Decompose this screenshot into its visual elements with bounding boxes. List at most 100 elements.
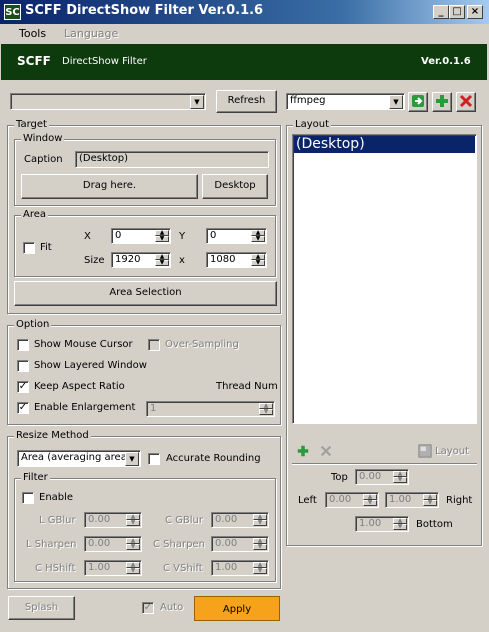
c-vshift-label: C VShift <box>163 563 203 574</box>
plus-icon <box>436 95 448 107</box>
thread-num-value: 1 <box>150 403 157 414</box>
spin-down-icon[interactable]: ▼ <box>155 260 169 266</box>
add-profile-button[interactable] <box>432 92 452 112</box>
right-stepper[interactable]: 1.00 ▲ ▼ <box>385 492 439 508</box>
accurate-rounding-checkbox[interactable] <box>148 453 160 465</box>
spin-down-icon[interactable]: ▼ <box>126 544 140 550</box>
maximize-button[interactable]: □ <box>449 5 465 19</box>
x-label: X <box>84 231 91 242</box>
arrow-right-icon <box>412 95 424 107</box>
y-stepper[interactable]: 0 ▲ ▼ <box>206 228 267 244</box>
area-selection-button[interactable]: Area Selection <box>14 281 277 306</box>
target-group-label: Target <box>14 119 49 130</box>
refresh-button[interactable]: Refresh <box>216 90 277 113</box>
filter-enable-checkbox[interactable] <box>22 492 34 504</box>
c-sharpen-stepper[interactable]: 0.00 ▲ ▼ <box>211 536 269 552</box>
spin-down-icon[interactable]: ▼ <box>363 500 377 506</box>
keep-aspect-ratio-check-mark: ✓ <box>18 381 28 392</box>
times-label: x <box>179 255 185 266</box>
layout-list-item[interactable]: (Desktop) <box>294 136 475 153</box>
layout-label[interactable]: Layout <box>435 446 469 457</box>
chevron-down-icon[interactable]: ▼ <box>190 95 204 109</box>
keep-aspect-ratio-label: Keep Aspect Ratio <box>34 381 125 392</box>
profile-selected: ffmpeg <box>290 95 326 106</box>
apply-button[interactable]: Apply <box>194 596 280 621</box>
c-sharpen-value: 0.00 <box>215 538 238 549</box>
close-button[interactable]: × <box>467 5 483 19</box>
width-stepper[interactable]: 1920 ▲ ▼ <box>111 252 171 268</box>
show-layered-window-label: Show Layered Window <box>34 360 147 371</box>
chevron-down-icon[interactable]: ▼ <box>389 95 403 109</box>
bottom-label: Bottom <box>416 519 453 530</box>
option-group-label: Option <box>14 319 52 330</box>
show-mouse-cursor-label: Show Mouse Cursor <box>34 339 133 350</box>
filter-group-label: Filter <box>21 472 50 483</box>
l-gblur-label: L GBlur <box>39 515 76 526</box>
enable-enlargement-label: Enable Enlargement <box>34 402 136 413</box>
spin-down-icon[interactable]: ▼ <box>259 409 273 415</box>
desktop-button[interactable]: Desktop <box>202 174 268 199</box>
profile-combobox[interactable]: ffmpeg ▼ <box>286 93 405 110</box>
c-hshift-stepper[interactable]: 1.00 ▲ ▼ <box>84 560 142 576</box>
layout-list[interactable]: (Desktop) <box>292 134 477 424</box>
over-sampling-checkbox[interactable] <box>148 339 160 351</box>
x-icon <box>320 445 332 457</box>
x-stepper[interactable]: 0 ▲ ▼ <box>111 228 171 244</box>
go-button[interactable] <box>408 92 428 112</box>
spin-down-icon[interactable]: ▼ <box>393 524 407 530</box>
spin-down-icon[interactable]: ▼ <box>126 568 140 574</box>
keep-aspect-ratio-checkbox[interactable]: ✓ <box>17 381 29 393</box>
resize-method-combobox[interactable]: Area (averaging area) ▼ <box>17 450 141 467</box>
title-bar[interactable]: SC SCFF DirectShow Filter Ver.0.1.6 _ □ … <box>0 0 489 24</box>
top-stepper[interactable]: 0.00 ▲ ▼ <box>355 469 409 485</box>
delete-profile-button[interactable] <box>456 92 476 112</box>
accurate-rounding-label: Accurate Rounding <box>166 453 261 464</box>
layout-icon-wrap[interactable] <box>418 444 432 461</box>
show-layered-window-checkbox[interactable] <box>17 360 29 372</box>
minimize-button[interactable]: _ <box>433 5 449 19</box>
header-version: Ver.0.1.6 <box>421 56 471 67</box>
top-value: 0.00 <box>359 471 382 482</box>
show-mouse-cursor-checkbox[interactable] <box>17 339 29 351</box>
spin-down-icon[interactable]: ▼ <box>253 544 267 550</box>
x-icon <box>459 94 473 108</box>
spin-down-icon[interactable]: ▼ <box>423 500 437 506</box>
splash-button[interactable]: Splash <box>8 596 75 620</box>
l-gblur-value: 0.00 <box>88 514 111 525</box>
l-sharpen-stepper[interactable]: 0.00 ▲ ▼ <box>84 536 142 552</box>
left-stepper[interactable]: 0.00 ▲ ▼ <box>325 492 379 508</box>
bottom-stepper[interactable]: 1.00 ▲ ▼ <box>355 516 409 532</box>
c-gblur-label: C GBlur <box>165 515 203 526</box>
menu-language[interactable]: Language <box>64 27 118 40</box>
c-vshift-stepper[interactable]: 1.00 ▲ ▼ <box>211 560 269 576</box>
c-hshift-value: 1.00 <box>88 562 111 573</box>
spin-down-icon[interactable]: ▼ <box>393 477 407 483</box>
width-value: 1920 <box>115 254 141 265</box>
spin-down-icon[interactable]: ▼ <box>253 520 267 526</box>
l-gblur-stepper[interactable]: 0.00 ▲ ▼ <box>84 512 142 528</box>
c-gblur-stepper[interactable]: 0.00 ▲ ▼ <box>211 512 269 528</box>
fit-checkbox[interactable] <box>23 242 35 254</box>
process-combobox[interactable]: ▼ <box>10 93 206 110</box>
thread-num-stepper[interactable]: 1 ▲ ▼ <box>146 401 275 417</box>
caption-field: (Desktop) <box>75 151 269 168</box>
thread-num-label: Thread Num <box>216 381 278 392</box>
spin-down-icon[interactable]: ▼ <box>126 520 140 526</box>
spin-down-icon[interactable]: ▼ <box>253 568 267 574</box>
chevron-down-icon[interactable]: ▼ <box>125 452 139 466</box>
spin-down-icon[interactable]: ▼ <box>155 236 169 242</box>
remove-layout-button[interactable] <box>319 444 333 461</box>
menu-tools[interactable]: Tools <box>19 27 46 40</box>
spin-down-icon[interactable]: ▼ <box>251 236 265 242</box>
top-label: Top <box>331 472 348 483</box>
auto-checkbox[interactable]: ✓ <box>142 602 154 614</box>
height-stepper[interactable]: 1080 ▲ ▼ <box>206 252 267 268</box>
y-label: Y <box>179 231 186 242</box>
add-layout-button[interactable] <box>296 444 310 461</box>
c-gblur-value: 0.00 <box>215 514 238 525</box>
spin-down-icon[interactable]: ▼ <box>251 260 265 266</box>
c-vshift-value: 1.00 <box>215 562 238 573</box>
enable-enlargement-checkbox[interactable]: ✓ <box>17 402 29 414</box>
drag-here-button[interactable]: Drag here. <box>21 174 198 199</box>
window-group-label: Window <box>21 133 65 144</box>
